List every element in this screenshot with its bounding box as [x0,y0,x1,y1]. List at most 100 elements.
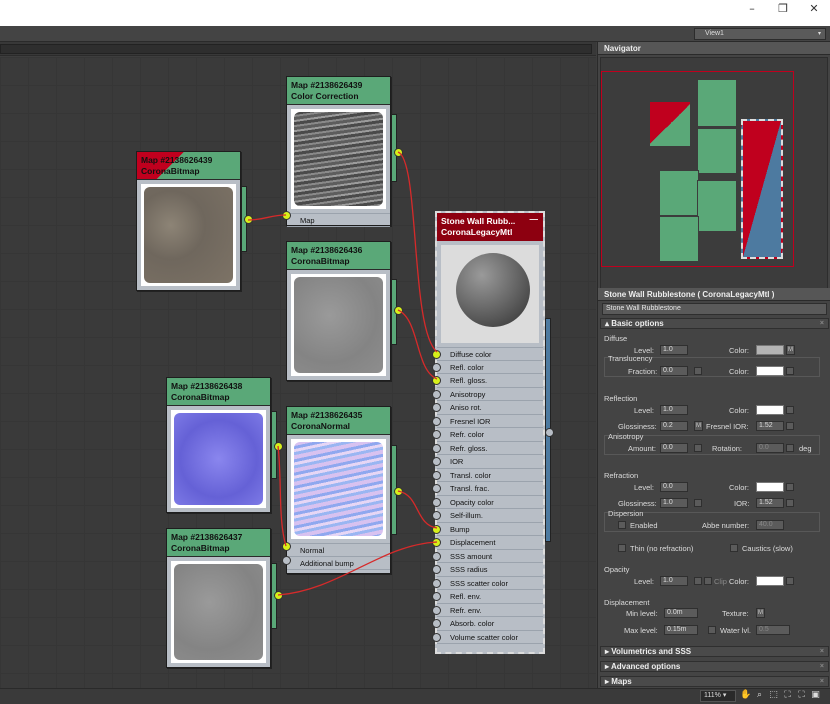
opacity-color-map-button[interactable] [786,577,794,585]
reflection-level-spinner[interactable]: 1.0 [660,405,688,415]
input-port[interactable] [432,524,441,534]
water-level-checkbox[interactable] [708,626,716,634]
input-port[interactable] [432,511,441,520]
abbe-spinner[interactable]: 40.0 [756,520,784,530]
anisotropy-map-button[interactable] [694,444,702,452]
rollout-advanced[interactable]: ▸ Advanced options × [600,661,829,672]
material-slot[interactable]: Refr. gloss. [432,442,543,455]
material-slot[interactable]: SSS radius [432,563,543,577]
input-port[interactable] [432,416,441,426]
fresnel-map-button[interactable] [786,422,794,430]
rotation-spinner[interactable]: 0.0 [756,443,784,453]
reflection-gloss-spinner[interactable]: 0.2 [660,421,688,431]
rotation-map-button[interactable] [786,444,794,452]
input-port[interactable] [432,632,441,642]
rollout-maps[interactable]: ▸ Maps × [600,676,829,687]
node-bitmap-sandy[interactable]: Map #2138626439 CoronaBitmap [136,151,241,291]
input-port[interactable] [432,592,441,601]
material-slot[interactable]: Bump [432,523,543,536]
input-port-normal[interactable] [282,542,291,551]
maximize-button[interactable]: ❐ [771,2,795,16]
node-bitmap-gray-2[interactable]: Map #2138626437 CoronaBitmap [166,528,271,668]
material-slot[interactable]: Refl. env. [432,590,543,604]
output-port[interactable] [394,487,403,496]
material-slot[interactable]: Aniso rot. [432,401,543,415]
diffuse-color-swatch[interactable] [756,345,784,355]
close-icon[interactable]: × [820,319,824,329]
input-port[interactable] [432,430,441,439]
max-level-spinner[interactable]: 0.15m [664,625,698,635]
node-corona-legacy-mtl[interactable]: Stone Wall Rubb... CoronaLegacyMtl — Dif… [432,211,545,654]
clip-checkbox[interactable] [704,577,712,585]
node-header[interactable]: Map #2138626439 Color Correction [287,77,390,105]
reflection-color-swatch[interactable] [756,405,784,415]
navigator-view[interactable] [600,57,828,289]
fresnel-ior-spinner[interactable]: 1.52 [756,421,784,431]
rollout-volumetrics[interactable]: ▸ Volumetrics and SSS × [600,646,829,657]
input-port[interactable] [432,457,441,466]
material-slot[interactable]: Refr. color [432,428,543,442]
material-slot[interactable]: Diffuse color [432,347,543,361]
translucency-color-swatch[interactable] [756,366,784,376]
material-slot[interactable]: Opacity color [432,496,543,509]
node-corona-normal[interactable]: Map #2138626435 CoronaNormal Normal Addit… [286,406,391,574]
input-port-map[interactable] [282,211,291,220]
frame-all-icon[interactable]: ▣ [810,690,821,701]
zoom-dropdown[interactable]: 111% ▾ [700,690,736,702]
reflection-map-button[interactable] [786,406,794,414]
caustics-checkbox[interactable] [730,544,738,552]
dispersion-enabled-checkbox[interactable] [618,521,626,529]
ior-spinner[interactable]: 1.52 [756,498,784,508]
input-port[interactable] [432,403,441,412]
input-port[interactable] [432,538,441,547]
input-port[interactable] [432,619,441,628]
material-slot[interactable]: Absorb. color [432,617,543,631]
displacement-texture-button[interactable]: M [756,608,765,618]
input-port[interactable] [432,484,441,493]
material-slot[interactable]: SSS amount [432,550,543,563]
node-header[interactable]: Stone Wall Rubb... CoronaLegacyMtl — [437,213,543,241]
anisotropy-amount-spinner[interactable]: 0.0 [660,443,688,453]
material-slot[interactable]: Transl. color [432,469,543,482]
diffuse-map-button[interactable]: M [786,345,795,355]
material-slot[interactable]: Anisotropy [432,388,543,401]
input-port[interactable] [432,565,441,574]
zoom-region-icon[interactable]: ⬚ [768,690,779,701]
fraction-spinner[interactable]: 0.0 [660,366,688,376]
opacity-level-spinner[interactable]: 1.0 [660,576,688,586]
refraction-level-spinner[interactable]: 0.0 [660,482,688,492]
material-name-field[interactable]: Stone Wall Rubblestone [602,303,827,315]
material-slot[interactable]: Fresnel IOR [432,415,543,428]
thin-checkbox[interactable] [618,544,626,552]
input-port-additional-bump[interactable] [282,556,291,565]
output-port[interactable] [274,442,283,451]
slot-normal[interactable]: Normal [287,543,390,557]
close-icon[interactable]: × [820,662,824,672]
node-bitmap-gray-1[interactable]: Map #2138626436 CoronaBitmap [286,241,391,381]
zoom-extents-icon[interactable]: ⛶ [782,690,793,701]
input-port[interactable] [432,470,441,480]
node-color-correction[interactable]: Map #2138626439 Color Correction Map [286,76,391,227]
refraction-color-swatch[interactable] [756,482,784,492]
opacity-color-swatch[interactable] [756,576,784,586]
opacity-map-button[interactable] [694,577,702,585]
translucency-map-button[interactable] [786,367,794,375]
water-level-spinner[interactable]: 0.5 [756,625,790,635]
node-header[interactable]: Map #2138626439 CoronaBitmap [137,152,240,180]
slot-additional-bump[interactable]: Additional bump [287,557,390,570]
material-slot[interactable]: Displacement [432,536,543,550]
input-port[interactable] [432,443,441,453]
material-output-port[interactable] [545,428,554,437]
material-slot[interactable]: Refr. env. [432,604,543,617]
input-port[interactable] [432,376,441,385]
material-slot[interactable]: Refl. color [432,361,543,374]
material-slot[interactable]: Self-illum. [432,509,543,523]
node-bitmap-normal[interactable]: Map #2138626438 CoronaBitmap [166,377,271,513]
diffuse-level-spinner[interactable]: 1.0 [660,345,688,355]
material-slot[interactable]: Transl. frac. [432,482,543,496]
material-slot[interactable]: SSS scatter color [432,577,543,590]
input-port[interactable] [432,551,441,561]
input-port[interactable] [432,362,441,372]
view-tab[interactable] [0,44,592,54]
fraction-map-button[interactable] [694,367,702,375]
